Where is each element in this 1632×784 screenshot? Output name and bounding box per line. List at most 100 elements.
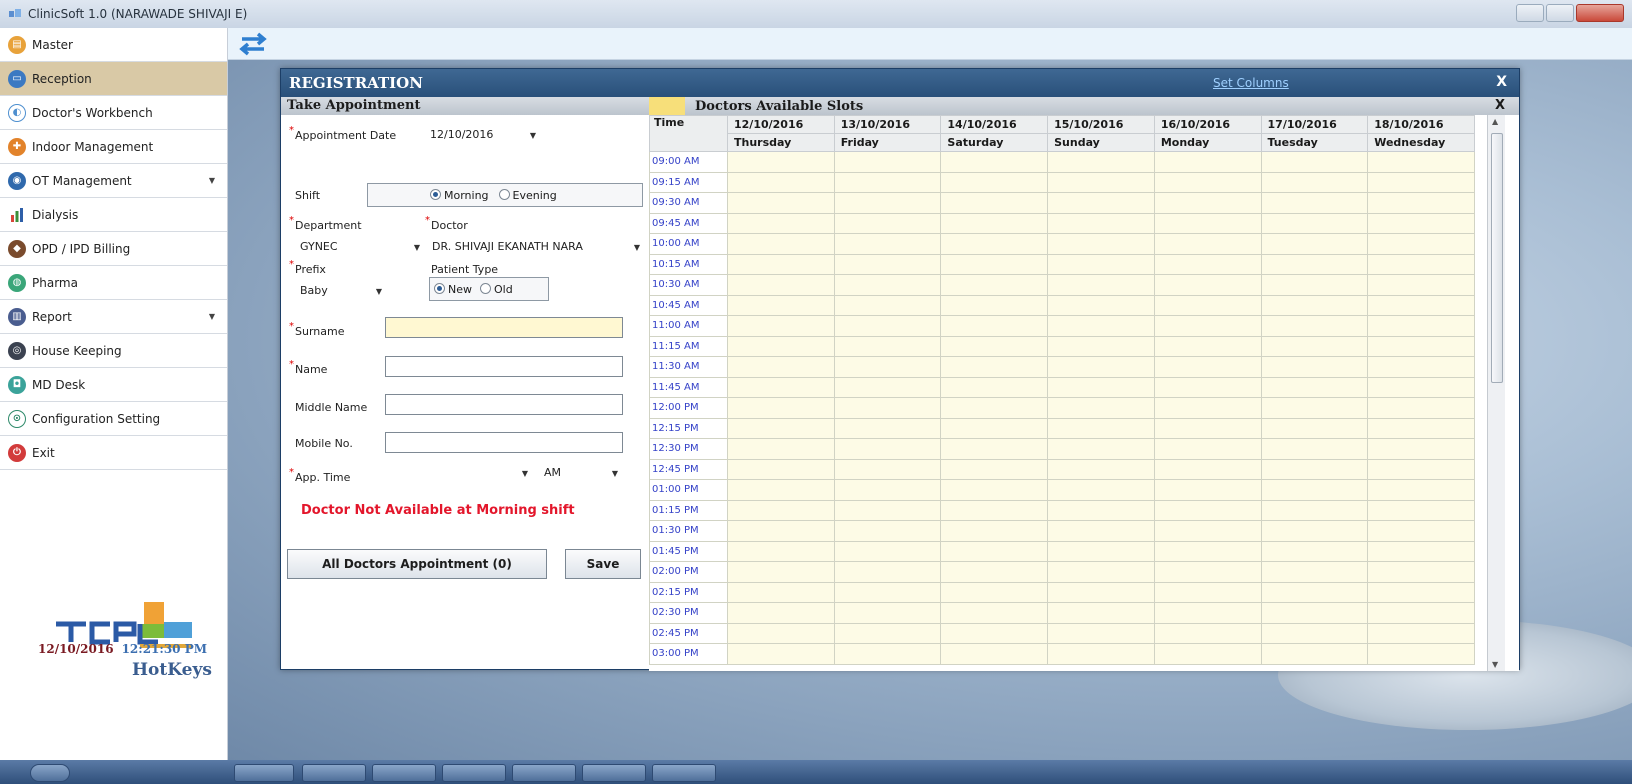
slot-cell[interactable]	[1367, 499, 1475, 521]
slot-cell[interactable]	[833, 622, 942, 644]
slot-cell[interactable]	[833, 561, 942, 583]
slot-cell[interactable]	[727, 417, 835, 439]
sidebar-item-doctors-workbench[interactable]: ◐ Doctor's Workbench	[0, 96, 227, 130]
slot-cell[interactable]	[1367, 151, 1475, 173]
swap-arrows-icon[interactable]	[236, 32, 270, 56]
sidebar-item-house-keeping[interactable]: ◎ House Keeping	[0, 334, 227, 368]
taskbar-item[interactable]	[512, 764, 576, 782]
slot-cell[interactable]	[940, 602, 1049, 624]
slot-cell[interactable]	[1047, 335, 1155, 357]
slot-cell[interactable]	[1153, 315, 1262, 337]
slot-cell[interactable]	[1047, 356, 1155, 378]
slot-cell[interactable]	[1367, 274, 1475, 296]
slot-cell[interactable]	[1047, 192, 1155, 214]
prefix-select[interactable]: Baby ▼	[295, 281, 387, 301]
mobile-input[interactable]	[385, 432, 623, 453]
slot-cell[interactable]	[1260, 212, 1369, 234]
slot-cell[interactable]	[1260, 151, 1369, 173]
slot-cell[interactable]	[727, 499, 835, 521]
slot-cell[interactable]	[1047, 479, 1155, 501]
slot-cell[interactable]	[727, 253, 835, 275]
slot-cell[interactable]	[833, 376, 942, 398]
scroll-up-icon[interactable]: ▲	[1492, 117, 1498, 126]
slot-cell[interactable]	[833, 643, 942, 665]
slot-cell[interactable]	[1260, 274, 1369, 296]
slot-cell[interactable]	[940, 622, 1049, 644]
slot-cell[interactable]	[1367, 561, 1475, 583]
app-time-select[interactable]: ▼	[385, 463, 533, 483]
slot-cell[interactable]	[833, 294, 942, 316]
slot-cell[interactable]	[727, 233, 835, 255]
slot-cell[interactable]	[1047, 499, 1155, 521]
slot-cell[interactable]	[727, 479, 835, 501]
slot-cell[interactable]	[1367, 417, 1475, 439]
slot-cell[interactable]	[1047, 602, 1155, 624]
slot-cell[interactable]	[727, 171, 835, 193]
slot-cell[interactable]	[1047, 212, 1155, 234]
slot-cell[interactable]	[833, 499, 942, 521]
slot-cell[interactable]	[1153, 376, 1262, 398]
slot-cell[interactable]	[940, 397, 1049, 419]
slot-cell[interactable]	[940, 581, 1049, 603]
all-doctors-appointment-button[interactable]: All Doctors Appointment (0)	[287, 549, 547, 579]
slot-cell[interactable]	[940, 315, 1049, 337]
taskbar-item[interactable]	[442, 764, 506, 782]
middle-name-input[interactable]	[385, 394, 623, 415]
slot-cell[interactable]	[1047, 233, 1155, 255]
slot-cell[interactable]	[833, 212, 942, 234]
slot-cell[interactable]	[833, 233, 942, 255]
slot-cell[interactable]	[1260, 253, 1369, 275]
department-select[interactable]: GYNEC ▼	[295, 237, 425, 257]
slot-cell[interactable]	[727, 335, 835, 357]
sidebar-item-indoor-management[interactable]: ✚ Indoor Management	[0, 130, 227, 164]
slot-cell[interactable]	[940, 233, 1049, 255]
slot-cell[interactable]	[1367, 192, 1475, 214]
slot-cell[interactable]	[727, 540, 835, 562]
slot-cell[interactable]	[940, 520, 1049, 542]
slot-cell[interactable]	[1153, 171, 1262, 193]
slot-cell[interactable]	[833, 479, 942, 501]
slot-cell[interactable]	[1153, 356, 1262, 378]
slot-cell[interactable]	[727, 274, 835, 296]
slot-cell[interactable]	[833, 417, 942, 439]
slot-cell[interactable]	[727, 458, 835, 480]
sidebar-item-exit[interactable]: ⏻ Exit	[0, 436, 227, 470]
sidebar-item-md-desk[interactable]: ◘ MD Desk	[0, 368, 227, 402]
slot-cell[interactable]	[833, 356, 942, 378]
slot-cell[interactable]	[1153, 417, 1262, 439]
sidebar-item-pharma[interactable]: ◍ Pharma	[0, 266, 227, 300]
taskbar-item[interactable]	[234, 764, 294, 782]
slot-cell[interactable]	[727, 315, 835, 337]
slot-cell[interactable]	[727, 438, 835, 460]
slot-cell[interactable]	[1047, 458, 1155, 480]
slot-cell[interactable]	[940, 458, 1049, 480]
slot-cell[interactable]	[1367, 376, 1475, 398]
slot-cell[interactable]	[940, 294, 1049, 316]
slot-cell[interactable]	[1047, 581, 1155, 603]
slot-cell[interactable]	[1367, 458, 1475, 480]
slot-cell[interactable]	[727, 192, 835, 214]
slot-cell[interactable]	[1153, 458, 1262, 480]
slot-cell[interactable]	[940, 192, 1049, 214]
slots-scrollbar[interactable]: ▲ ▼	[1487, 115, 1505, 671]
slot-cell[interactable]	[1260, 438, 1369, 460]
slot-cell[interactable]	[1367, 520, 1475, 542]
slot-cell[interactable]	[727, 520, 835, 542]
slot-cell[interactable]	[1367, 233, 1475, 255]
slot-cell[interactable]	[1047, 397, 1155, 419]
slot-cell[interactable]	[940, 438, 1049, 460]
slot-cell[interactable]	[1367, 643, 1475, 665]
slot-cell[interactable]	[1367, 602, 1475, 624]
sidebar-item-dialysis[interactable]: Dialysis	[0, 198, 227, 232]
slot-cell[interactable]	[833, 438, 942, 460]
slot-cell[interactable]	[1153, 540, 1262, 562]
slot-cell[interactable]	[833, 520, 942, 542]
slot-cell[interactable]	[1260, 561, 1369, 583]
slot-cell[interactable]	[1153, 253, 1262, 275]
slot-cell[interactable]	[1260, 479, 1369, 501]
slot-cell[interactable]	[1047, 520, 1155, 542]
shift-evening-radio[interactable]: Evening	[498, 188, 557, 202]
slot-cell[interactable]	[727, 602, 835, 624]
slot-cell[interactable]	[1153, 602, 1262, 624]
slot-cell[interactable]	[1260, 376, 1369, 398]
